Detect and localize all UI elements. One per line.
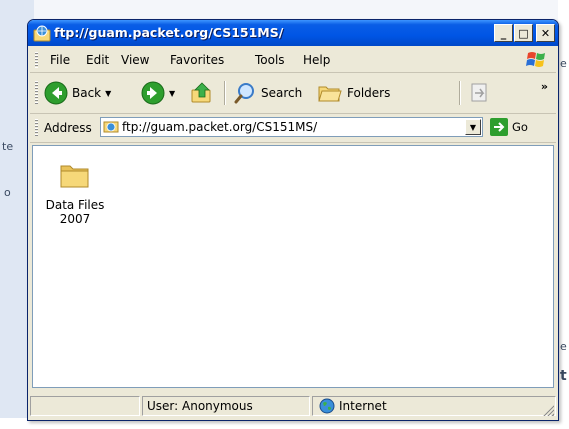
file-item[interactable]: Data Files 2007 <box>43 158 107 226</box>
up-button[interactable] <box>190 79 214 107</box>
search-label: Search <box>261 86 303 100</box>
folders-icon <box>318 86 342 102</box>
windows-logo-icon <box>526 52 545 67</box>
status-pane-user: User: Anonymous <box>142 396 310 416</box>
menu-file[interactable]: File <box>50 53 70 67</box>
toolbar-separator <box>224 81 226 105</box>
toolbar-grip[interactable] <box>35 81 38 105</box>
ftp-site-icon <box>103 121 119 133</box>
minimize-button[interactable]: _ <box>494 24 513 42</box>
search-button[interactable]: Search <box>233 79 302 107</box>
go-arrow-icon <box>490 118 508 136</box>
resize-grip[interactable] <box>542 404 554 416</box>
standard-toolbar: Back ▼ ▼ Search Folders » <box>30 73 556 114</box>
forward-button[interactable]: ▼ <box>141 79 175 107</box>
background-text-fragment: t <box>560 368 567 384</box>
toolbar-separator <box>459 81 461 105</box>
close-button[interactable]: ✕ <box>536 24 555 42</box>
folder-icon <box>60 165 89 188</box>
address-dropdown-button[interactable]: ▼ <box>465 119 481 135</box>
forward-arrow-icon <box>141 81 165 105</box>
forward-dropdown-icon[interactable]: ▼ <box>169 89 175 98</box>
toolbar-more-chevron[interactable]: » <box>541 80 548 93</box>
menubar-grip[interactable] <box>35 52 38 68</box>
background-text-fragment: te <box>2 140 14 153</box>
status-pane-main <box>30 396 140 416</box>
back-dropdown-icon[interactable]: ▼ <box>105 89 111 98</box>
address-value: ftp://guam.packet.org/CS151MS/ <box>122 120 318 134</box>
address-label: Address <box>44 121 92 135</box>
menu-tools[interactable]: Tools <box>255 53 285 67</box>
file-item-label: Data Files 2007 <box>45 198 105 226</box>
status-bar: User: Anonymous Internet <box>30 393 556 418</box>
background-text-fragment: o <box>4 186 11 199</box>
status-zone: Internet <box>339 399 387 413</box>
address-bar: Address ftp://guam.packet.org/CS151MS/ ▼… <box>30 114 556 143</box>
menu-bar: File Edit View Favorites Tools Help <box>30 48 556 73</box>
menu-favorites[interactable]: Favorites <box>170 53 224 67</box>
folders-button[interactable]: Folders <box>317 79 390 107</box>
back-button[interactable]: Back ▼ <box>44 79 111 107</box>
maximize-button[interactable]: □ <box>514 24 533 42</box>
address-input[interactable]: ftp://guam.packet.org/CS151MS/ ▼ <box>100 117 483 137</box>
search-icon <box>234 83 254 104</box>
status-user: User: Anonymous <box>147 399 253 413</box>
background-text-fragment: e <box>560 57 567 70</box>
menu-view[interactable]: View <box>121 53 149 67</box>
back-arrow-icon <box>44 81 68 105</box>
menu-edit[interactable]: Edit <box>86 53 109 67</box>
views-button[interactable] <box>468 79 492 107</box>
internet-globe-icon <box>319 398 335 414</box>
back-label: Back <box>72 86 102 100</box>
explorer-window: ftp://guam.packet.org/CS151MS/ _ □ ✕ Fil… <box>27 19 559 421</box>
status-pane-zone: Internet <box>312 396 556 416</box>
ftp-folder-icon <box>33 25 51 42</box>
menu-help[interactable]: Help <box>303 53 330 67</box>
folders-label: Folders <box>347 86 391 100</box>
views-icon <box>471 83 487 102</box>
go-label: Go <box>512 120 528 134</box>
title-bar[interactable]: ftp://guam.packet.org/CS151MS/ _ □ ✕ <box>28 20 558 46</box>
background-text-fragment: e <box>560 340 567 353</box>
go-button[interactable]: Go <box>490 118 528 136</box>
addressbar-grip[interactable] <box>35 119 38 137</box>
folder-up-icon <box>191 82 211 103</box>
file-view[interactable]: Data Files 2007 <box>32 145 554 388</box>
window-title: ftp://guam.packet.org/CS151MS/ <box>54 25 284 40</box>
